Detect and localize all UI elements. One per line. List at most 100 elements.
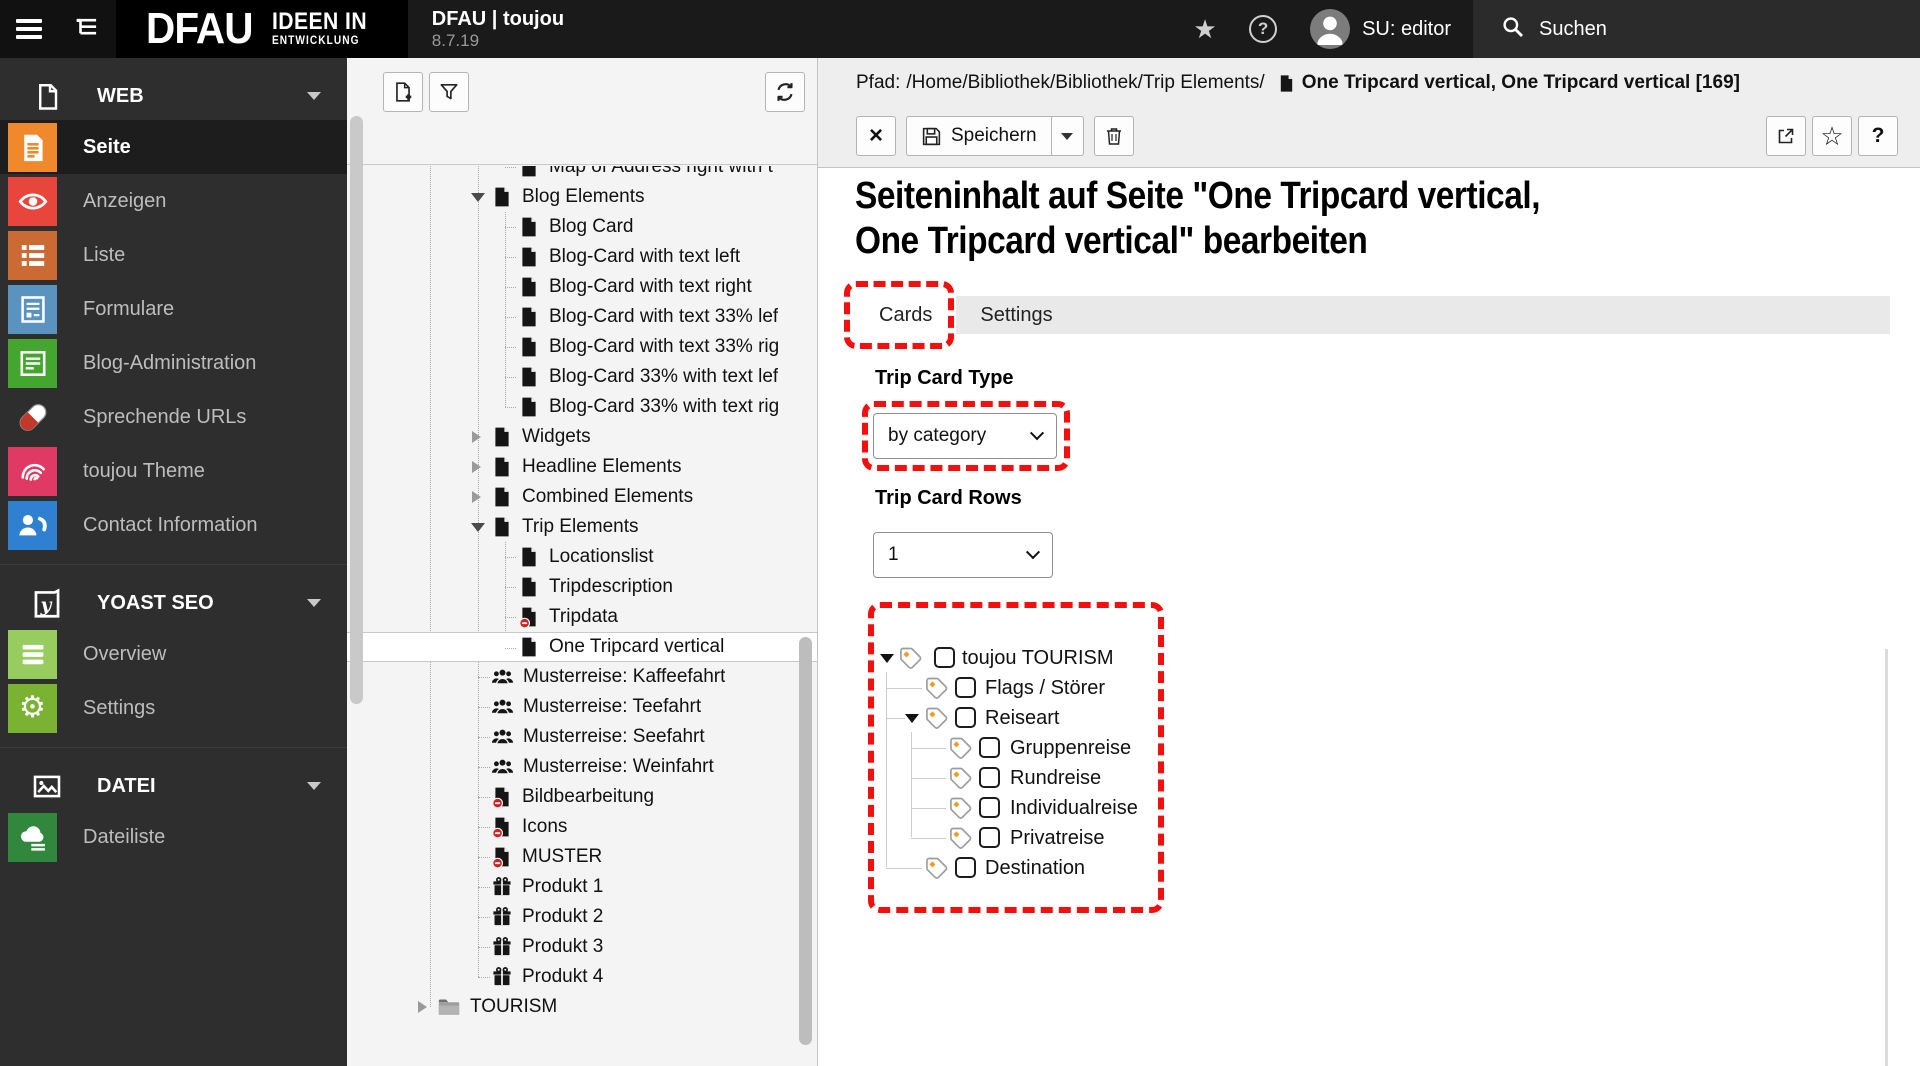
checkbox-destination[interactable] <box>955 857 976 878</box>
delete-button[interactable] <box>1093 116 1134 156</box>
tree-item-produkt-2[interactable]: Produkt 2 <box>347 902 817 932</box>
tree-item-muster[interactable]: MUSTER <box>347 842 817 872</box>
sidebar-item-seite[interactable]: Seite <box>0 120 347 174</box>
sidebar-section-yoast-seo[interactable]: y YOAST SEO <box>0 579 347 627</box>
sidebar-item-dateiliste[interactable]: Dateiliste <box>0 810 347 864</box>
bookmark-button[interactable]: ★ <box>1176 0 1234 58</box>
tree-item-widgets[interactable]: Widgets <box>347 422 817 452</box>
tree-item-bildbearbeitung[interactable]: Bildbearbeitung <box>347 782 817 812</box>
tree-item-blog-card-with-text-33-rig[interactable]: Blog-Card with text 33% rig <box>347 332 817 362</box>
help-button[interactable]: ? <box>1234 0 1292 58</box>
sidebar-item-label: Anzeigen <box>83 189 167 212</box>
checkbox-gruppenreise[interactable] <box>979 737 1000 758</box>
sidebar-item-anzeigen[interactable]: Anzeigen <box>0 174 347 228</box>
tree-item-tripdescription[interactable]: Tripdescription <box>347 572 817 602</box>
tree-item-trip-elements[interactable]: Trip Elements <box>347 512 817 542</box>
sidebar-section-label: YOAST SEO <box>97 591 214 614</box>
checkbox-reiseart[interactable] <box>955 707 976 728</box>
tree-item-produkt-3[interactable]: Produkt 3 <box>347 932 817 962</box>
expand-closed-icon[interactable] <box>418 1001 427 1013</box>
tree-item-tripdata[interactable]: Tripdata <box>347 602 817 632</box>
expand-open-icon[interactable] <box>471 522 485 532</box>
new-page-button[interactable] <box>383 72 423 112</box>
sidebar-item-formulare[interactable]: Formulare <box>0 282 347 336</box>
user-menu[interactable]: SU: editor <box>1292 9 1473 49</box>
page-tree-scrollbar[interactable] <box>799 637 812 1045</box>
tab-settings[interactable]: Settings <box>956 296 1076 334</box>
pagetree-toggle-button[interactable] <box>58 0 116 58</box>
tree-stub <box>478 947 490 948</box>
sidebar-item-liste[interactable]: Liste <box>0 228 347 282</box>
module-menu-toggle-button[interactable] <box>0 0 58 58</box>
expand-closed-icon[interactable] <box>472 431 481 443</box>
sidebar-section-datei[interactable]: DATEI <box>0 762 347 810</box>
tree-stub <box>478 857 490 858</box>
tree-item-locationslist[interactable]: Locationslist <box>347 542 817 572</box>
trip-card-type-label: Trip Card Type <box>875 367 1014 389</box>
tree-stub <box>505 257 516 258</box>
tree-item-blog-card-with-text-left[interactable]: Blog-Card with text left <box>347 242 817 272</box>
page-icon <box>518 246 540 268</box>
refresh-button[interactable] <box>765 72 805 112</box>
edit-form: Seiteninhalt auf Seite "One Tripcard ver… <box>818 168 1920 1066</box>
checkbox-individualreise[interactable] <box>979 797 1000 818</box>
save-button[interactable]: Speichern <box>906 116 1052 156</box>
tree-item-produkt-1[interactable]: Produkt 1 <box>347 872 817 902</box>
checkbox-privatreise[interactable] <box>979 827 1000 848</box>
sidebar-item-toujou-theme[interactable]: toujou Theme <box>0 444 347 498</box>
collapse-icon[interactable] <box>905 714 919 723</box>
expand-closed-icon[interactable] <box>472 491 481 503</box>
path-label: Pfad: <box>856 72 901 93</box>
search-input[interactable]: Suchen <box>1473 0 1920 58</box>
module-menu-scrollbar[interactable] <box>350 116 363 704</box>
sidebar-item-overview[interactable]: Overview <box>0 627 347 681</box>
checkbox-toujou-tourism[interactable] <box>934 647 955 668</box>
sidebar-item-label: Sprechende URLs <box>83 405 247 428</box>
tree-item-headline-elements[interactable]: Headline Elements <box>347 452 817 482</box>
tree-item-blog-card-33-with-text-lef[interactable]: Blog-Card 33% with text lef <box>347 362 817 392</box>
tree-item-blog-card-with-text-33-lef[interactable]: Blog-Card with text 33% lef <box>347 302 817 332</box>
tree-item-tourism[interactable]: TOURISM <box>347 992 817 1022</box>
expand-closed-icon[interactable] <box>472 461 481 473</box>
sidebar-item-label: Liste <box>83 243 126 266</box>
trip-card-rows-select[interactable]: 1 <box>873 532 1053 578</box>
tree-item-icons[interactable]: Icons <box>347 812 817 842</box>
collapse-icon[interactable] <box>880 654 894 663</box>
blog-icon <box>8 338 57 388</box>
tree-item-combined-elements[interactable]: Combined Elements <box>347 482 817 512</box>
trip-card-type-select[interactable]: by category <box>873 413 1057 459</box>
tree-item-blog-card-33-with-text-rig[interactable]: Blog-Card 33% with text rig <box>347 392 817 422</box>
sidebar-item-sprechende-urls[interactable]: Sprechende URLs <box>0 390 347 444</box>
tree-item-musterreise-weinfahrt[interactable]: Musterreise: Weinfahrt <box>347 752 817 782</box>
bookmark-record-button[interactable]: ☆ <box>1812 116 1852 156</box>
chevron-down-icon <box>307 599 321 607</box>
sidebar-item-contact-information[interactable]: Contact Information <box>0 498 347 552</box>
brand-logo[interactable]: DFAU IDEEN IN ENTWICKLUNG <box>116 0 408 58</box>
tree-item-musterreise-kaffeefahrt[interactable]: Musterreise: Kaffeefahrt <box>347 662 817 692</box>
save-options-button[interactable] <box>1051 116 1084 156</box>
close-button[interactable]: × <box>856 116 896 156</box>
filter-button[interactable] <box>429 72 469 112</box>
sidebar-item-settings[interactable]: ⚙ Settings <box>0 681 347 735</box>
sidebar-section-web[interactable]: WEB <box>0 72 347 120</box>
star-icon: ★ <box>1193 13 1217 44</box>
category-label: Rundreise <box>1010 766 1102 789</box>
docheader-help-button[interactable]: ? <box>1858 116 1898 156</box>
content-scrollbar[interactable] <box>1885 649 1888 1066</box>
tree-item-blog-card-with-text-right[interactable]: Blog-Card with text right <box>347 272 817 302</box>
tree-stub <box>505 587 516 588</box>
checkbox-rundreise[interactable] <box>979 767 1000 788</box>
tree-item-produkt-4[interactable]: Produkt 4 <box>347 962 817 992</box>
sidebar-item-blog-administration[interactable]: Blog-Administration <box>0 336 347 390</box>
expand-open-icon[interactable] <box>471 192 485 202</box>
tree-item-musterreise-teefahrt[interactable]: Musterreise: Teefahrt <box>347 692 817 722</box>
tree-item-blog-card[interactable]: Blog Card <box>347 212 817 242</box>
tree-item-one-tripcard-vertical[interactable]: One Tripcard vertical <box>347 632 817 662</box>
open-in-new-window-button[interactable] <box>1766 116 1806 156</box>
tree-item-musterreise-seefahrt[interactable]: Musterreise: Seefahrt <box>347 722 817 752</box>
checkbox-flags-st-rer[interactable] <box>955 677 976 698</box>
tab-cards[interactable]: Cards <box>855 296 957 334</box>
tree-item-map-of-address-right-with-t[interactable]: Map of Address right with t <box>347 166 817 182</box>
save-split-button: Speichern <box>906 116 1084 156</box>
tree-item-blog-elements[interactable]: Blog Elements <box>347 182 817 212</box>
